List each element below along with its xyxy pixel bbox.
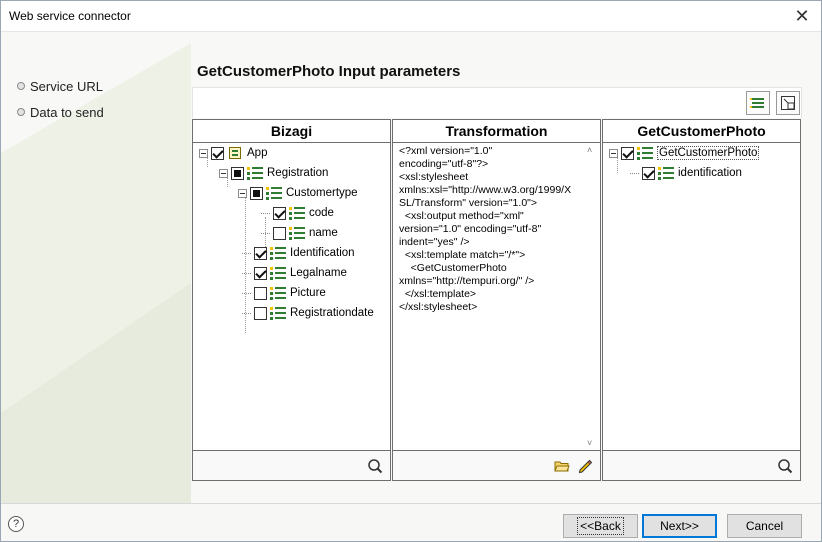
tree-node-app[interactable]: App [199, 143, 267, 163]
checkbox[interactable] [254, 286, 267, 300]
attribute-icon [270, 305, 286, 321]
footer-divider [1, 503, 821, 504]
panel-footer [393, 450, 600, 480]
section-title: GetCustomerPhoto Input parameters [197, 63, 461, 80]
tree-node-label: Legalname [290, 267, 347, 279]
tree-node-label: GetCustomerPhoto [657, 146, 760, 160]
window-title: Web service connector [9, 9, 131, 23]
bizagi-panel: Bizagi App Registration Customertype cod… [192, 119, 391, 481]
tree-node-identification[interactable]: Identification [242, 243, 355, 263]
checkbox[interactable] [254, 246, 267, 260]
checkbox[interactable] [642, 166, 655, 180]
checkbox[interactable] [231, 166, 244, 180]
close-icon[interactable]: ✕ [787, 2, 817, 30]
bizagi-tree: App Registration Customertype code name … [193, 143, 390, 450]
tree-node-name[interactable]: name [261, 223, 338, 243]
tree-connector [242, 312, 251, 314]
attribute-icon [658, 165, 674, 181]
tree-node-label: Customertype [286, 187, 358, 199]
entity-icon [637, 145, 653, 161]
attribute-icon [270, 245, 286, 261]
title-bar: Web service connector ✕ [1, 1, 821, 32]
collapse-icon[interactable] [219, 168, 228, 178]
panel-header: GetCustomerPhoto [603, 120, 800, 143]
back-button[interactable]: <<Back [563, 514, 638, 538]
transformation-editor[interactable]: <?xml version="1.0" encoding="utf-8"?> <… [393, 143, 600, 450]
collapse-icon[interactable] [238, 188, 247, 198]
tree-node-label: Registration [267, 167, 329, 179]
list-view-icon[interactable] [746, 91, 770, 115]
search-icon[interactable] [775, 456, 795, 476]
checkbox[interactable] [254, 306, 267, 320]
checkbox[interactable] [621, 146, 634, 160]
collapse-icon[interactable] [199, 148, 208, 158]
cancel-button[interactable]: Cancel [727, 514, 802, 538]
scroll-up-icon[interactable]: ˄ [587, 145, 592, 155]
edit-pencil-icon[interactable] [575, 456, 595, 476]
tree-node-identification[interactable]: identification [630, 163, 742, 183]
attribute-icon [289, 225, 305, 241]
entity-icon [266, 185, 282, 201]
tree-node-getcustomerphoto[interactable]: GetCustomerPhoto [609, 143, 760, 163]
tree-node-code[interactable]: code [261, 203, 334, 223]
layout-icon[interactable] [776, 91, 800, 115]
nav-item-label: Service URL [30, 78, 103, 94]
attribute-icon [270, 265, 286, 281]
checkbox[interactable] [250, 186, 263, 200]
wizard-steps: Service URL Data to send [17, 73, 104, 125]
next-button[interactable]: Next>> [642, 514, 717, 538]
tree-node-registrationdate[interactable]: Registrationdate [242, 303, 374, 323]
tree-node-label: name [309, 227, 338, 239]
tree-node-label: App [247, 147, 268, 159]
tree-connector [261, 212, 270, 214]
tree-connector [242, 252, 251, 254]
back-button-label: <<Back [577, 517, 624, 535]
tree-connector [242, 292, 251, 294]
nav-item-service-url[interactable]: Service URL [17, 73, 104, 99]
web-service-connector-window: Web service connector ✕ Service URL Data… [0, 0, 822, 542]
bullet-icon [17, 108, 25, 116]
tree-connector [242, 272, 251, 274]
checkbox[interactable] [273, 226, 286, 240]
collapse-icon[interactable] [609, 148, 618, 158]
xslt-text[interactable]: <?xml version="1.0" encoding="utf-8"?> <… [399, 145, 575, 314]
tree-node-label: Identification [290, 247, 355, 259]
open-folder-icon[interactable] [552, 456, 572, 476]
mapping-toolbar [192, 87, 802, 118]
attribute-icon [289, 205, 305, 221]
search-icon[interactable] [365, 456, 385, 476]
nav-item-label: Data to send [30, 104, 104, 120]
tree-connector [630, 172, 639, 174]
panel-header: Transformation [393, 120, 600, 143]
tree-node-registration[interactable]: Registration [219, 163, 328, 183]
nav-item-data-to-send[interactable]: Data to send [17, 99, 104, 125]
target-tree: GetCustomerPhoto identification [603, 143, 800, 450]
getcustomerphoto-panel: GetCustomerPhoto GetCustomerPhoto identi… [602, 119, 801, 481]
transformation-panel: Transformation <?xml version="1.0" encod… [392, 119, 601, 481]
checkbox[interactable] [273, 206, 286, 220]
scroll-down-icon[interactable]: ˅ [587, 438, 592, 448]
panel-footer [193, 450, 390, 480]
entity-icon [247, 165, 263, 181]
tree-node-legalname[interactable]: Legalname [242, 263, 347, 283]
attribute-icon [270, 285, 286, 301]
bullet-icon [17, 82, 25, 90]
panel-header: Bizagi [193, 120, 390, 143]
tree-connector [261, 232, 270, 234]
help-icon[interactable]: ? [8, 516, 24, 532]
panel-footer [603, 450, 800, 480]
checkbox[interactable] [211, 146, 224, 160]
checkbox[interactable] [254, 266, 267, 280]
tree-node-label: identification [678, 167, 742, 179]
vertical-scrollbar[interactable]: ˄ ˅ [585, 145, 599, 448]
tree-node-label: Registrationdate [290, 307, 374, 319]
tree-node-label: code [309, 207, 334, 219]
app-icon [227, 145, 243, 161]
tree-node-label: Picture [290, 287, 326, 299]
tree-node-customertype[interactable]: Customertype [238, 183, 358, 203]
tree-node-picture[interactable]: Picture [242, 283, 326, 303]
